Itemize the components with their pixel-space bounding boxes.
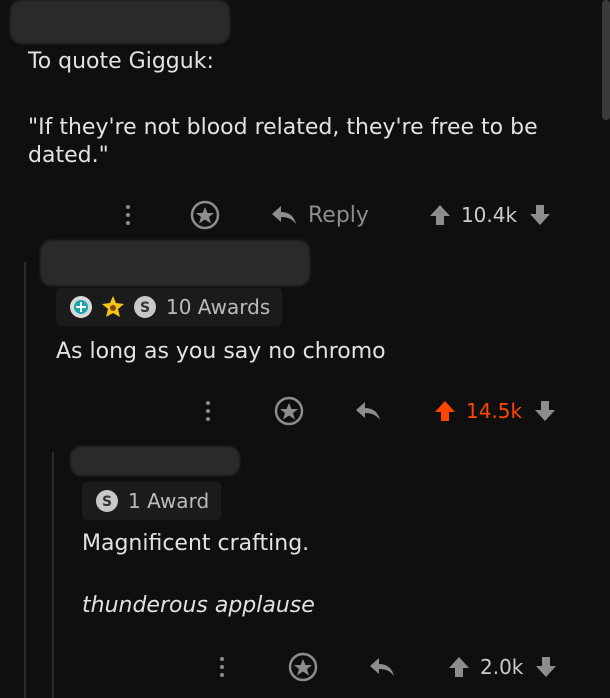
award-icon[interactable] [190, 200, 220, 230]
redacted-username [70, 446, 240, 476]
award-icon[interactable] [274, 396, 304, 426]
comment-body-italic: thunderous applause [82, 593, 315, 618]
more-options-button[interactable] [220, 657, 224, 677]
reply-arrow-icon[interactable] [368, 656, 396, 678]
more-dots-icon [220, 657, 224, 661]
silver-award-icon: S [96, 490, 118, 512]
award-icon[interactable] [288, 652, 318, 682]
scrollbar-thumb[interactable] [602, 0, 610, 120]
score: 14.5k [466, 399, 523, 423]
silver-award-icon: S [134, 296, 156, 318]
downvote-icon[interactable] [535, 655, 557, 679]
svg-text:S: S [140, 300, 150, 316]
wholesome-award-icon [102, 296, 124, 317]
downvote-icon[interactable] [534, 399, 556, 423]
reply-button[interactable]: Reply [308, 203, 369, 228]
reply-arrow-icon[interactable] [270, 204, 298, 226]
upvote-icon[interactable] [448, 655, 470, 679]
upvote-icon[interactable] [434, 399, 456, 423]
more-dots-icon [206, 401, 210, 405]
more-options-button[interactable] [126, 205, 130, 225]
more-dots-icon [126, 205, 130, 209]
score: 10.4k [460, 203, 518, 227]
comment-body: To quote Gigguk: [28, 49, 214, 74]
upvote-icon[interactable] [429, 203, 451, 227]
redacted-username [10, 0, 230, 44]
awards-count: 10 Awards [166, 295, 271, 319]
helpful-award-icon [70, 296, 92, 318]
comment-body: As long as you say no chromo [56, 339, 386, 364]
svg-text:S: S [102, 494, 112, 510]
score: 2.0k [480, 655, 524, 679]
comment-quote: "If they're not blood related, they're f… [28, 115, 538, 168]
more-options-button[interactable] [206, 401, 210, 421]
comment-actions: 14.5k [206, 394, 586, 428]
awards-badge[interactable]: S 1 Award [82, 482, 222, 520]
redacted-username [40, 240, 310, 286]
awards-badge[interactable]: S 10 Awards [56, 288, 283, 326]
comment-body: Magnificent crafting. [82, 531, 310, 556]
reply-arrow-icon[interactable] [354, 400, 382, 422]
thread-line [24, 262, 26, 698]
comment-actions: Reply 10.4k [126, 198, 586, 232]
awards-count: 1 Award [128, 489, 210, 513]
thread-line [52, 452, 54, 698]
comment-actions: 2.0k [220, 650, 586, 684]
downvote-icon[interactable] [529, 203, 551, 227]
